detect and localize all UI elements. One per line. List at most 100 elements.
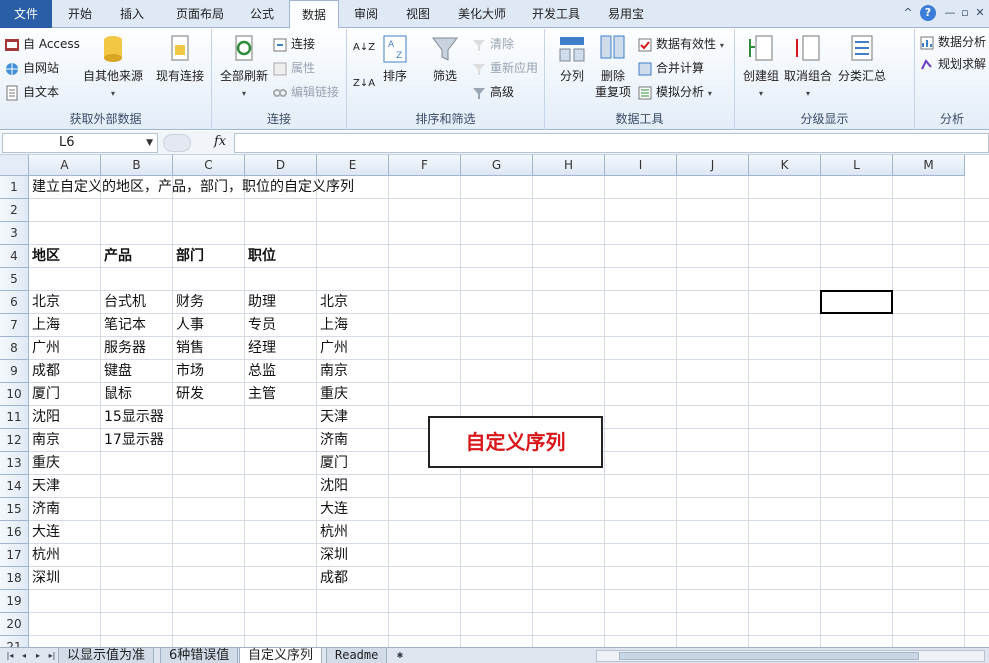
tab-file[interactable]: 文件 — [0, 0, 52, 28]
cell-C10[interactable]: 研发 — [173, 383, 204, 405]
cell-B8[interactable]: 服务器 — [101, 337, 146, 359]
cell-A16[interactable]: 大连 — [29, 521, 60, 543]
cell-C9[interactable]: 市场 — [173, 360, 204, 382]
from-text-button[interactable]: 自文本 — [4, 81, 59, 103]
cell-E16[interactable]: 杭州 — [317, 521, 348, 543]
subtotal-button[interactable]: 分类汇总 — [835, 33, 889, 84]
first-sheet-icon[interactable]: |◂ — [4, 649, 16, 662]
tab-formulas[interactable]: 公式 — [240, 0, 284, 28]
cell-A10[interactable]: 厦门 — [29, 383, 60, 405]
cell-B7[interactable]: 笔记本 — [101, 314, 146, 336]
row-header-7[interactable]: 7 — [0, 314, 29, 337]
cell-B6[interactable]: 台式机 — [101, 291, 146, 313]
cell-E7[interactable]: 上海 — [317, 314, 348, 336]
tab-beautify[interactable]: 美化大师 — [450, 0, 514, 28]
cell-A7[interactable]: 上海 — [29, 314, 60, 336]
cell-A11[interactable]: 沈阳 — [29, 406, 60, 428]
row-header-17[interactable]: 17 — [0, 544, 29, 567]
cell-B9[interactable]: 键盘 — [101, 360, 132, 382]
sheet-tab-custom-list[interactable]: 自定义序列 — [239, 648, 323, 663]
cell-E17[interactable]: 深圳 — [317, 544, 348, 566]
cell-A9[interactable]: 成都 — [29, 360, 60, 382]
cell-D8[interactable]: 经理 — [245, 337, 276, 359]
tab-view[interactable]: 视图 — [397, 0, 439, 28]
cell-E15[interactable]: 大连 — [317, 498, 348, 520]
column-header-L[interactable]: L — [821, 155, 893, 176]
column-header-F[interactable]: F — [389, 155, 461, 176]
row-header-12[interactable]: 12 — [0, 429, 29, 452]
sheet-tab-display-value[interactable]: 以显示值为准 — [58, 648, 155, 663]
column-header-I[interactable]: I — [605, 155, 677, 176]
prev-sheet-icon[interactable]: ◂ — [18, 649, 30, 662]
cell-E8[interactable]: 广州 — [317, 337, 348, 359]
cell-A1[interactable]: 建立自定义的地区，产品，部门，职位的自定义序列 — [29, 176, 354, 198]
sort-descending-button[interactable]: Z↓A — [353, 73, 375, 95]
column-header-B[interactable]: B — [101, 155, 173, 176]
horizontal-scrollbar[interactable] — [596, 650, 985, 662]
properties-button[interactable]: 属性 — [272, 57, 315, 79]
cell-A6[interactable]: 北京 — [29, 291, 60, 313]
tab-insert[interactable]: 插入 — [110, 0, 154, 28]
column-header-J[interactable]: J — [677, 155, 749, 176]
name-box[interactable]: L6 ▼ — [2, 133, 158, 153]
row-header-11[interactable]: 11 — [0, 406, 29, 429]
cell-A8[interactable]: 广州 — [29, 337, 60, 359]
cell-D9[interactable]: 总监 — [245, 360, 276, 382]
clear-filter-button[interactable]: 清除 — [471, 33, 514, 55]
cell-E9[interactable]: 南京 — [317, 360, 348, 382]
column-header-A[interactable]: A — [29, 155, 101, 176]
cell-C7[interactable]: 人事 — [173, 314, 204, 336]
row-header-2[interactable]: 2 — [0, 199, 29, 222]
insert-sheet-icon[interactable]: ✱ — [392, 649, 408, 662]
row-header-21[interactable]: 21 — [0, 636, 29, 647]
cell-D10[interactable]: 主管 — [245, 383, 276, 405]
collapse-ribbon-icon[interactable]: ^ — [900, 5, 916, 21]
cell-A13[interactable]: 重庆 — [29, 452, 60, 474]
row-header-15[interactable]: 15 — [0, 498, 29, 521]
cell-B4[interactable]: 产品 — [101, 245, 132, 267]
minimize-icon[interactable]: — — [942, 5, 958, 21]
row-header-20[interactable]: 20 — [0, 613, 29, 636]
sheet-tab-errors[interactable]: 6种错误值 — [160, 648, 239, 663]
connections-button[interactable]: 连接 — [272, 33, 315, 55]
edit-links-button[interactable]: 编辑链接 — [272, 81, 339, 103]
row-header-8[interactable]: 8 — [0, 337, 29, 360]
select-all-corner[interactable] — [0, 155, 29, 176]
from-web-button[interactable]: 自网站 — [4, 57, 59, 79]
cell-B12[interactable]: 17显示器 — [101, 429, 164, 451]
row-header-10[interactable]: 10 — [0, 383, 29, 406]
cell-A12[interactable]: 南京 — [29, 429, 60, 451]
solver-button[interactable]: 规划求解 — [919, 53, 986, 75]
row-header-19[interactable]: 19 — [0, 590, 29, 613]
from-access-button[interactable]: 自 Access — [4, 33, 80, 55]
cell-E11[interactable]: 天津 — [317, 406, 348, 428]
text-to-columns-button[interactable]: 分列 — [549, 33, 595, 84]
data-analysis-button[interactable]: 数据分析 — [919, 31, 986, 53]
last-sheet-icon[interactable]: ▸| — [46, 649, 58, 662]
from-other-sources-button[interactable]: 自其他来源 ▾ — [80, 33, 146, 102]
row-header-13[interactable]: 13 — [0, 452, 29, 475]
row-header-3[interactable]: 3 — [0, 222, 29, 245]
help-icon[interactable]: ? — [920, 5, 936, 21]
advanced-filter-button[interactable]: 高级 — [471, 81, 514, 103]
cell-E18[interactable]: 成都 — [317, 567, 348, 589]
column-header-C[interactable]: C — [173, 155, 245, 176]
next-sheet-icon[interactable]: ▸ — [32, 649, 44, 662]
cell-E14[interactable]: 沈阳 — [317, 475, 348, 497]
sheet-tab-readme[interactable]: Readme — [326, 648, 388, 663]
insert-function-icon[interactable]: fx — [214, 134, 226, 149]
tab-review[interactable]: 审阅 — [345, 0, 387, 28]
existing-connections-button[interactable]: 现有连接 — [152, 33, 208, 84]
cell-B11[interactable]: 15显示器 — [101, 406, 164, 428]
cell-B10[interactable]: 鼠标 — [101, 383, 132, 405]
cell-A4[interactable]: 地区 — [29, 245, 60, 267]
group-button[interactable]: 创建组 ▾ — [737, 33, 785, 102]
column-header-H[interactable]: H — [533, 155, 605, 176]
remove-duplicates-button[interactable]: 删除 重复项 — [591, 33, 635, 100]
horizontal-scroll-thumb[interactable] — [619, 652, 919, 660]
row-header-5[interactable]: 5 — [0, 268, 29, 291]
row-header-16[interactable]: 16 — [0, 521, 29, 544]
cell-E6[interactable]: 北京 — [317, 291, 348, 313]
tab-home[interactable]: 开始 — [58, 0, 102, 28]
cell-C4[interactable]: 部门 — [173, 245, 204, 267]
